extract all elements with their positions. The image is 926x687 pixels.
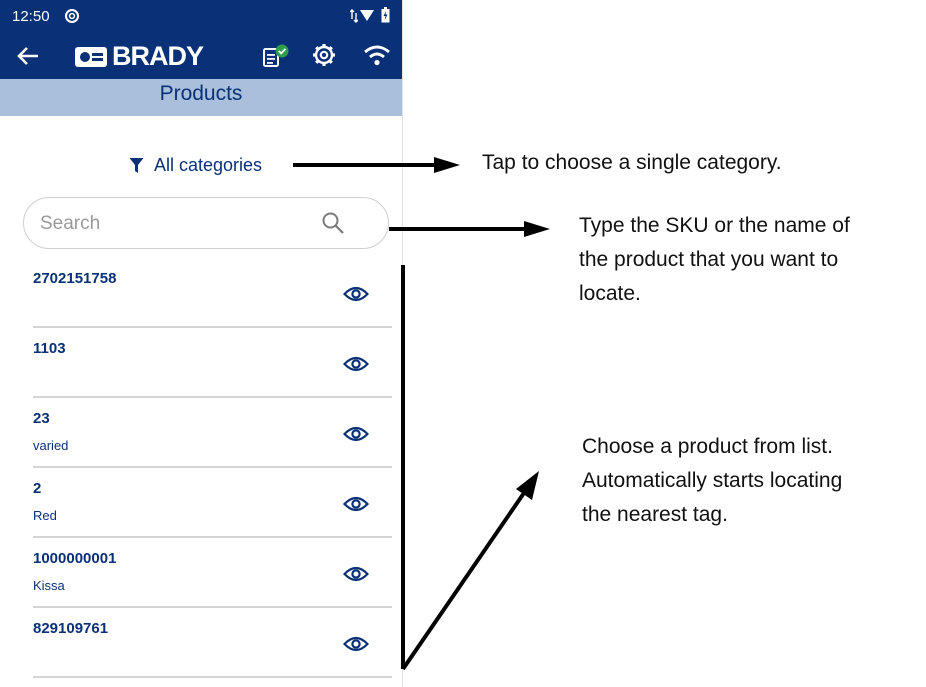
list-annotation-line: the nearest tag. xyxy=(582,503,728,526)
list-arrow-head xyxy=(516,471,539,500)
list-annotation-line: Choose a product from list. xyxy=(582,435,833,458)
search-annotation-line: Type the SKU or the name of xyxy=(579,214,850,237)
filter-annotation-text: Tap to choose a single category. xyxy=(482,151,782,174)
search-arrow-head xyxy=(524,221,550,237)
list-arrow-line xyxy=(401,488,528,671)
search-annotation-line: the product that you want to xyxy=(579,248,839,271)
filter-arrow-head xyxy=(434,157,460,173)
filter-annotation: Tap to choose a single category. xyxy=(482,146,782,180)
search-annotation-line: locate. xyxy=(579,282,641,305)
annotation-arrows xyxy=(293,157,550,671)
search-annotation: Type the SKU or the name of the product … xyxy=(579,209,850,311)
list-annotation: Choose a product from list. Automaticall… xyxy=(582,430,842,532)
list-annotation-line: Automatically starts locating xyxy=(582,469,843,492)
